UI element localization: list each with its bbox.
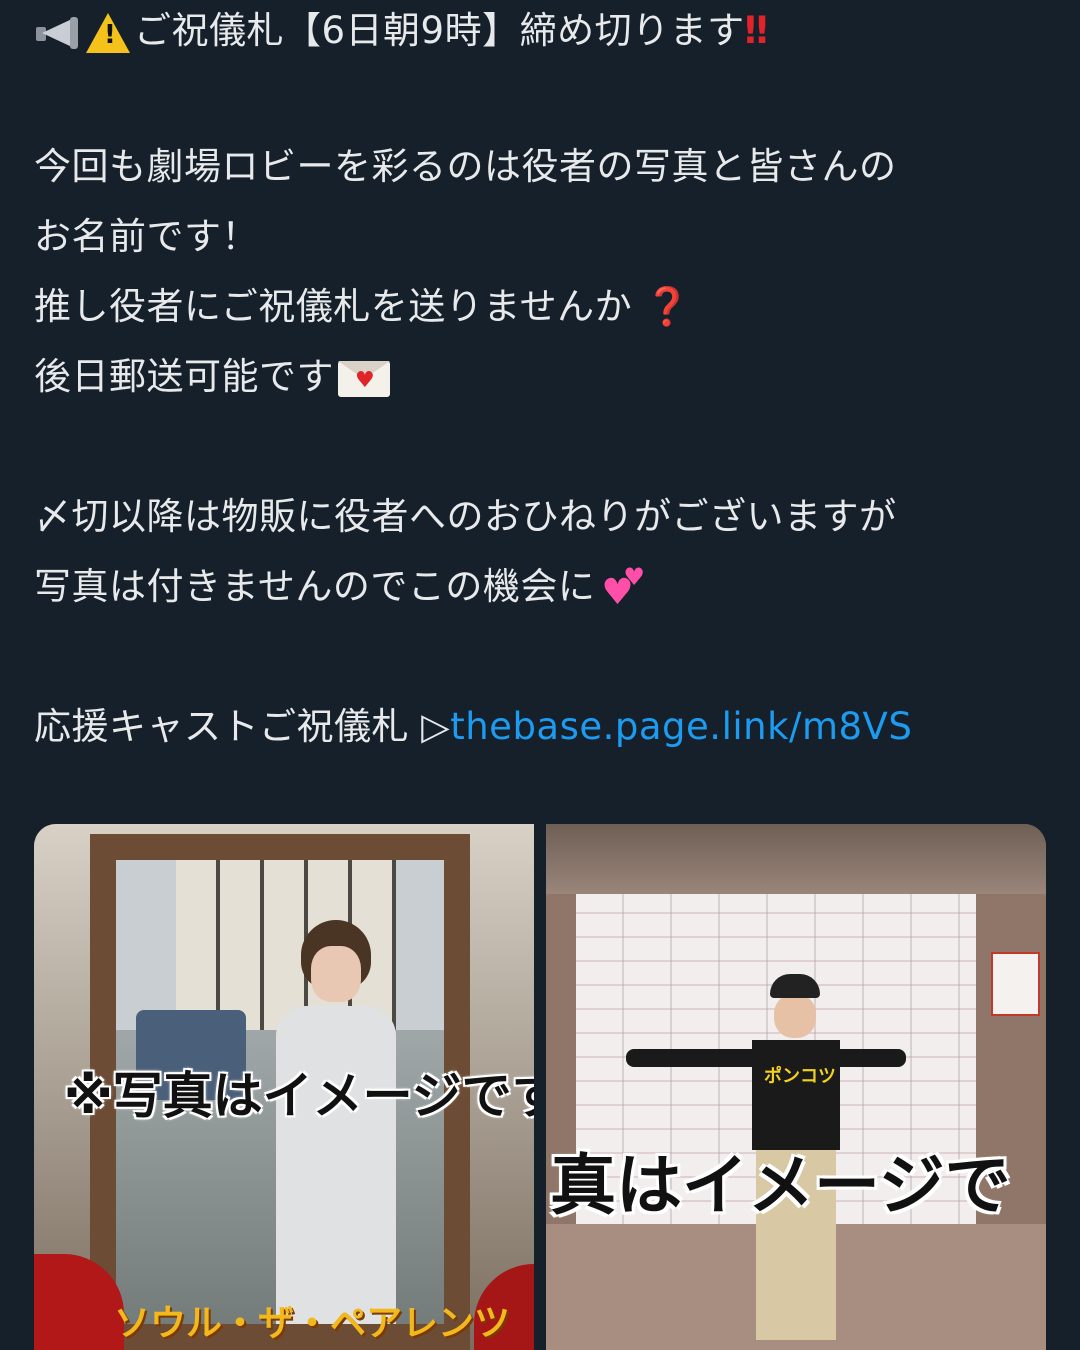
- right-image-caption: 真はイメージで: [550, 1147, 1011, 1224]
- para2-line2: 写真は付きませんのでこの機会に ♥ ♥: [34, 552, 912, 622]
- two-hearts-icon: ♥ ♥: [601, 562, 646, 613]
- question-mark-icon: ❓: [644, 285, 691, 328]
- shirt-text: ポンコツ: [764, 1066, 836, 1087]
- para1-line4-text: 後日郵送可能です: [34, 355, 334, 398]
- photo-right[interactable]: ポンコツ 真はイメージで: [546, 824, 1046, 1350]
- double-exclamation-icon: ‼: [744, 9, 768, 52]
- post-title: ! ご祝儀札【6日朝9時】締め切ります‼: [34, 0, 768, 66]
- para1-line3-text: 推し役者にご祝儀札を送りませんか: [34, 285, 633, 328]
- left-image-caption: ※写真はイメージです。: [64, 1067, 534, 1125]
- post-link[interactable]: thebase.page.link/m8VS: [450, 705, 912, 748]
- para2-line1: 〆切以降は物販に役者へのおひねりがございますが: [34, 495, 897, 538]
- megaphone-icon: [34, 13, 84, 53]
- link-label: 応援キャストご祝儀札 ▷: [34, 705, 451, 748]
- title-text: ご祝儀札【6日朝9時】締め切ります: [134, 9, 745, 52]
- image-gallery: ※写真はイメージです。 ソウル・ザ・ペアレンツ ポンコツ 真はイメージで: [34, 824, 1046, 1350]
- para1-line3: 推し役者にご祝儀札を送りませんか ❓: [34, 272, 912, 342]
- play-title-logo: ソウル・ザ・ペアレンツ: [114, 1303, 511, 1344]
- para1-line1: 今回も劇場ロビーを彩るのは役者の写真と皆さんの: [34, 145, 897, 188]
- link-line: 応援キャストご祝儀札 ▷thebase.page.link/m8VS: [34, 692, 912, 762]
- photo-left[interactable]: ※写真はイメージです。 ソウル・ザ・ペアレンツ: [34, 824, 534, 1350]
- envelope-heart-icon: ♥: [338, 360, 390, 397]
- para1-line4: 後日郵送可能です ♥: [34, 342, 912, 412]
- para1-line2: お名前です！: [34, 215, 259, 258]
- no-smoking-sign: [991, 952, 1040, 1016]
- warning-icon: !: [86, 12, 130, 53]
- para2-line2-text: 写真は付きませんのでこの機会に: [34, 565, 596, 608]
